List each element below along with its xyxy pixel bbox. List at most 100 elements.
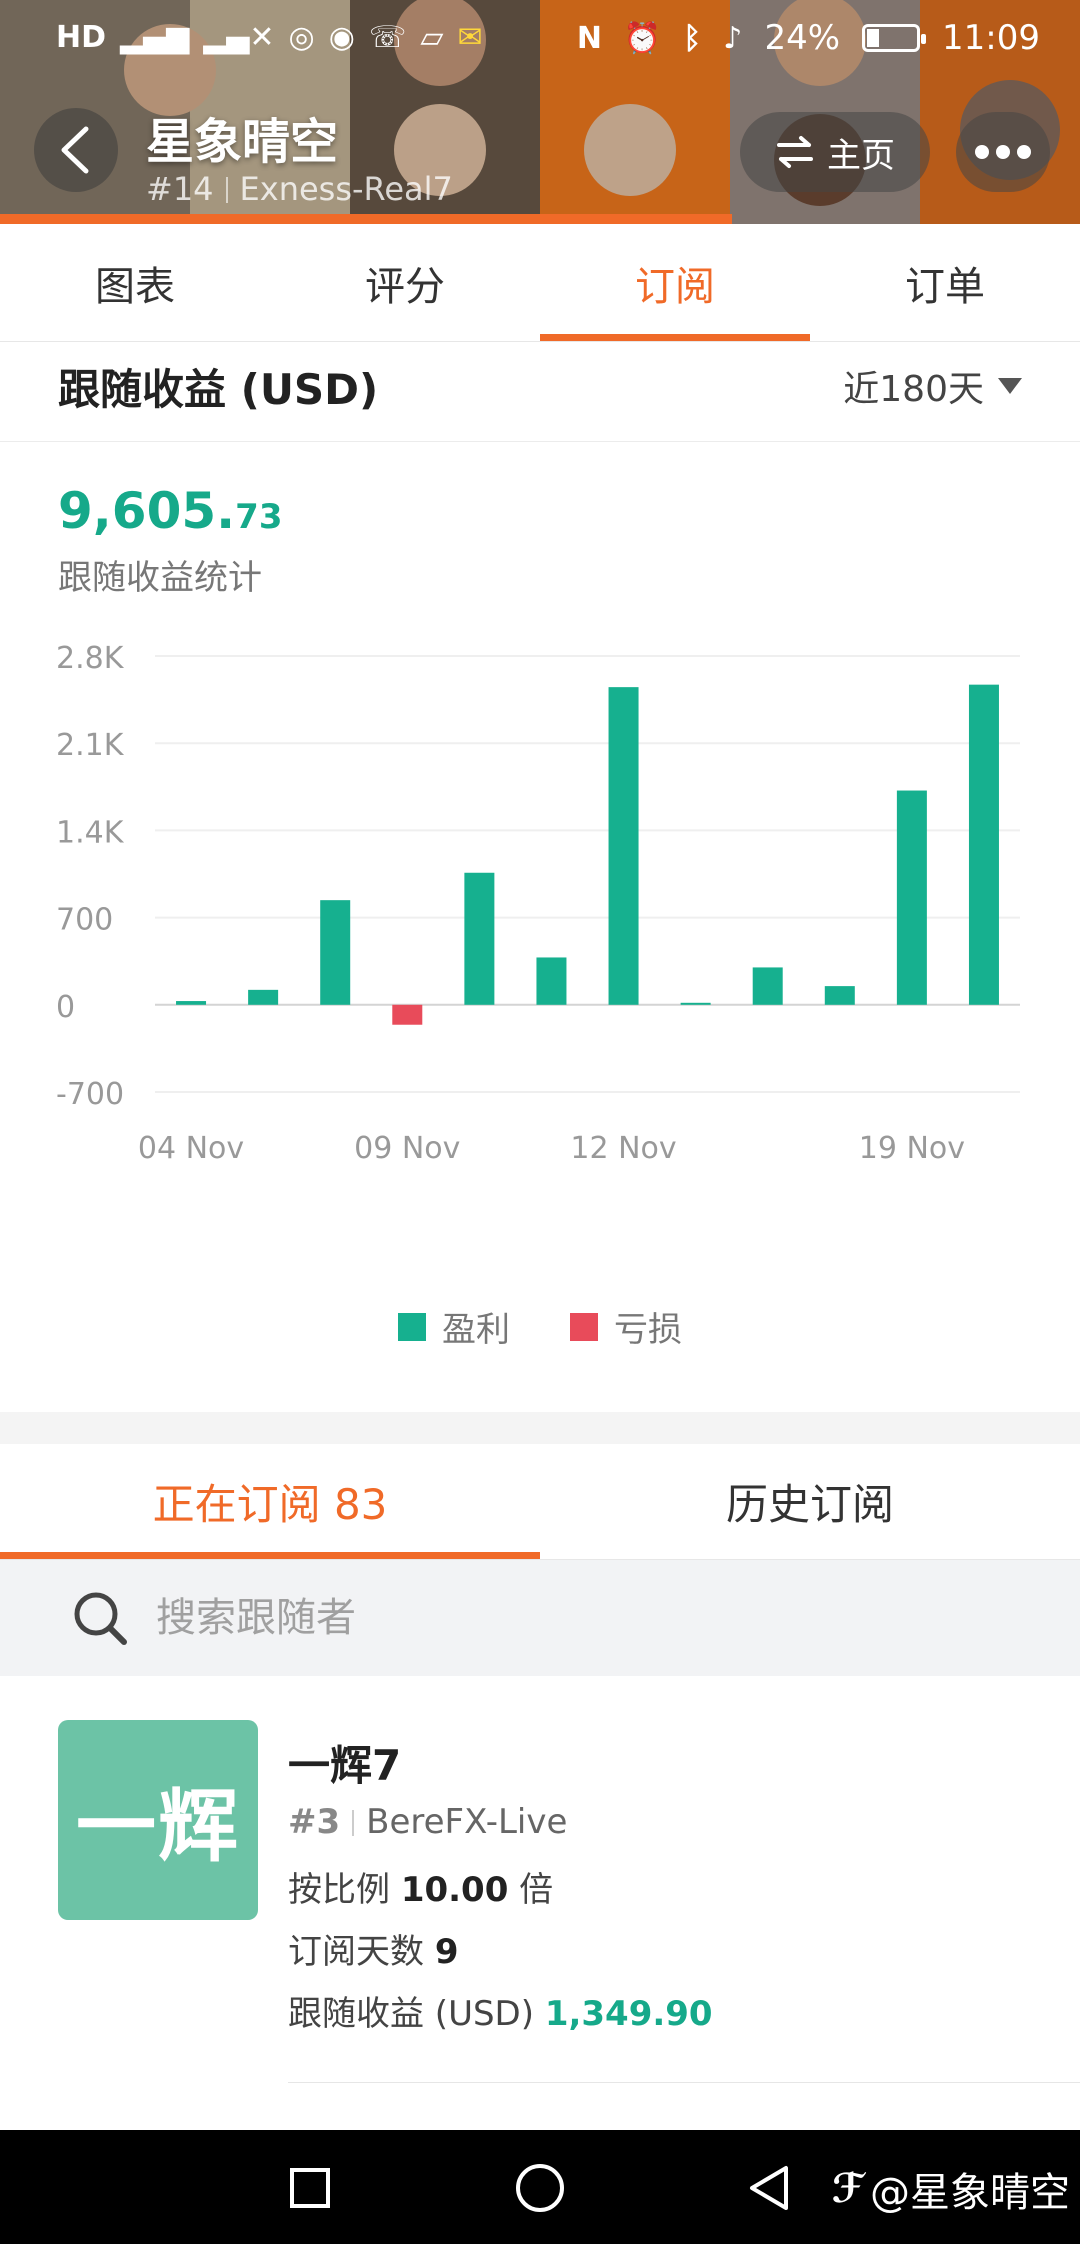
profit-label: 跟随收益 (USD) bbox=[288, 1994, 534, 2034]
x-tick-label: 19 Nov bbox=[859, 1131, 965, 1166]
y-tick-label: 1.4K bbox=[56, 815, 125, 850]
follow-profit-header: 跟随收益 (USD) 近180天 bbox=[0, 342, 1080, 442]
home-circle-icon[interactable] bbox=[510, 2158, 570, 2218]
system-navigation-bar: ℱ @星象晴空 bbox=[0, 2130, 1080, 2244]
follower-name: 一辉7 bbox=[288, 1741, 402, 1790]
subscription-tabs: 正在订阅 83 历史订阅 bbox=[0, 1444, 1080, 1560]
signal-4g-icon: ▂▄▆ bbox=[120, 20, 190, 55]
bar[interactable] bbox=[752, 967, 783, 1005]
avatar: 一辉 bbox=[58, 1720, 258, 1920]
chevron-left-icon bbox=[61, 126, 89, 174]
back-button[interactable] bbox=[34, 108, 118, 192]
legend-item-loss[interactable]: 亏损 bbox=[570, 1302, 682, 1351]
follower-meta: #3 BereFX-Live bbox=[288, 1802, 567, 1842]
y-tick-label: 2.1K bbox=[56, 728, 125, 763]
follower-days: 订阅天数 9 bbox=[288, 1924, 458, 1973]
profile-header: HD ▂▄▆ ▂▄✕ ◎ ◉ ☏ ▱ ✉ N ⏰ ᛒ ♪ 24% 11:09 星… bbox=[0, 0, 1080, 224]
period-dropdown[interactable]: 近180天 bbox=[843, 360, 1022, 412]
follower-rank: #3 bbox=[288, 1802, 341, 1842]
legend-label-loss: 亏损 bbox=[614, 1310, 682, 1350]
mute-icon: ♪ bbox=[723, 20, 743, 56]
missed-call-icon: ☏ bbox=[368, 20, 407, 55]
profit-stats-panel: 9,605.73 跟随收益统计 2.8K 2.1K 1.4K 700 0 -700 04 N… bbox=[0, 442, 1080, 1412]
legend-label-profit: 盈利 bbox=[442, 1310, 510, 1350]
y-tick-label: 0 bbox=[56, 990, 75, 1025]
follower-card[interactable]: 一辉 一辉7 #3 BereFX-Live 按比例 10.00 倍 订阅天数 9 … bbox=[0, 1676, 1080, 2130]
total-profit: 9,605.73 bbox=[58, 482, 282, 540]
watermark-logo-icon: ℱ bbox=[831, 2166, 864, 2212]
more-button[interactable] bbox=[956, 112, 1050, 192]
search-input[interactable] bbox=[156, 1595, 956, 1641]
swap-icon bbox=[777, 136, 813, 168]
header-accent-line bbox=[0, 214, 732, 224]
tab-rating[interactable]: 评分 bbox=[270, 224, 540, 341]
main-tabs: 图表 评分 订阅 订单 bbox=[0, 224, 1080, 342]
clock: 11:09 bbox=[942, 18, 1040, 58]
signal-no-service-icon: ▂▄✕ bbox=[203, 20, 275, 55]
nfc-icon: N bbox=[576, 20, 602, 56]
home-label: 主页 bbox=[827, 135, 895, 176]
tab-current-subscriptions[interactable]: 正在订阅 83 bbox=[0, 1444, 540, 1559]
bluetooth-icon: ᛒ bbox=[683, 20, 702, 56]
profit-value: 1,349.90 bbox=[544, 1994, 713, 2034]
bar[interactable] bbox=[176, 1001, 207, 1005]
ratio-prefix: 按比例 bbox=[288, 1870, 390, 1910]
watermark: ℱ @星象晴空 bbox=[832, 2160, 1070, 2218]
search-icon bbox=[74, 1592, 127, 1645]
bar[interactable] bbox=[248, 989, 279, 1005]
ratio-suffix: 倍 bbox=[519, 1870, 554, 1910]
period-label: 近180天 bbox=[843, 369, 984, 410]
y-tick-label: 2.8K bbox=[56, 641, 125, 676]
battery-icon bbox=[862, 24, 927, 52]
bar[interactable] bbox=[320, 900, 351, 1005]
follower-broker: BereFX-Live bbox=[366, 1802, 568, 1842]
y-tick-label: 700 bbox=[56, 903, 113, 938]
bar[interactable] bbox=[824, 986, 855, 1005]
bar[interactable] bbox=[464, 872, 495, 1005]
total-profit-decimal: 73 bbox=[235, 497, 283, 537]
x-tick-label: 12 Nov bbox=[570, 1131, 676, 1166]
more-dots-icon bbox=[975, 145, 989, 159]
total-profit-integer: 9,605. bbox=[58, 482, 236, 540]
ratio-value: 10.00 bbox=[400, 1870, 509, 1910]
battery-percent: 24% bbox=[764, 18, 841, 58]
tab-history-subscriptions[interactable]: 历史订阅 bbox=[540, 1444, 1080, 1559]
status-bar: HD ▂▄▆ ▂▄✕ ◎ ◉ ☏ ▱ ✉ N ⏰ ᛒ ♪ 24% 11:09 bbox=[0, 0, 1080, 82]
box-icon: ▱ bbox=[420, 20, 444, 55]
follower-ratio: 按比例 10.00 倍 bbox=[288, 1862, 553, 1911]
y-tick-label: -700 bbox=[56, 1077, 124, 1112]
days-value: 9 bbox=[434, 1932, 459, 1972]
eye-icon: ◉ bbox=[328, 20, 355, 55]
card-divider bbox=[288, 2082, 1080, 2083]
home-button[interactable]: 主页 bbox=[740, 112, 930, 192]
follower-search-bar bbox=[0, 1560, 1080, 1676]
trader-rank: #14 bbox=[146, 170, 214, 208]
trader-meta: #14 Exness-Real7 bbox=[146, 170, 453, 208]
legend-swatch-profit bbox=[398, 1312, 426, 1341]
bar[interactable] bbox=[896, 790, 927, 1005]
legend-item-profit[interactable]: 盈利 bbox=[398, 1302, 510, 1351]
profit-bar-chart: 2.8K 2.1K 1.4K 700 0 -700 04 Nov 09 Nov 12 Nov 19… bbox=[56, 641, 1020, 1166]
tab-chart[interactable]: 图表 bbox=[0, 224, 270, 341]
hotspot-icon: ◎ bbox=[288, 20, 315, 55]
x-tick-label: 09 Nov bbox=[354, 1131, 460, 1166]
hd-icon: HD bbox=[56, 20, 107, 55]
bar[interactable] bbox=[680, 1002, 711, 1005]
bar[interactable] bbox=[968, 684, 999, 1005]
tab-subscription[interactable]: 订阅 bbox=[540, 224, 810, 341]
recent-apps-icon[interactable] bbox=[280, 2158, 340, 2218]
back-triangle-icon[interactable] bbox=[740, 2158, 800, 2218]
trader-account: Exness-Real7 bbox=[239, 170, 453, 208]
tab-orders[interactable]: 订单 bbox=[810, 224, 1080, 341]
total-profit-label: 跟随收益统计 bbox=[58, 558, 262, 598]
legend-swatch-loss bbox=[570, 1312, 598, 1341]
alarm-icon: ⏰ bbox=[623, 20, 662, 56]
bar[interactable] bbox=[392, 1004, 423, 1025]
message-icon: ✉ bbox=[457, 20, 483, 55]
x-tick-label: 04 Nov bbox=[138, 1131, 244, 1166]
watermark-text: @星象晴空 bbox=[870, 2170, 1070, 2216]
section-title: 跟随收益 (USD) bbox=[58, 365, 379, 414]
bar[interactable] bbox=[608, 687, 639, 1005]
days-label: 订阅天数 bbox=[288, 1932, 424, 1972]
bar[interactable] bbox=[536, 957, 567, 1005]
